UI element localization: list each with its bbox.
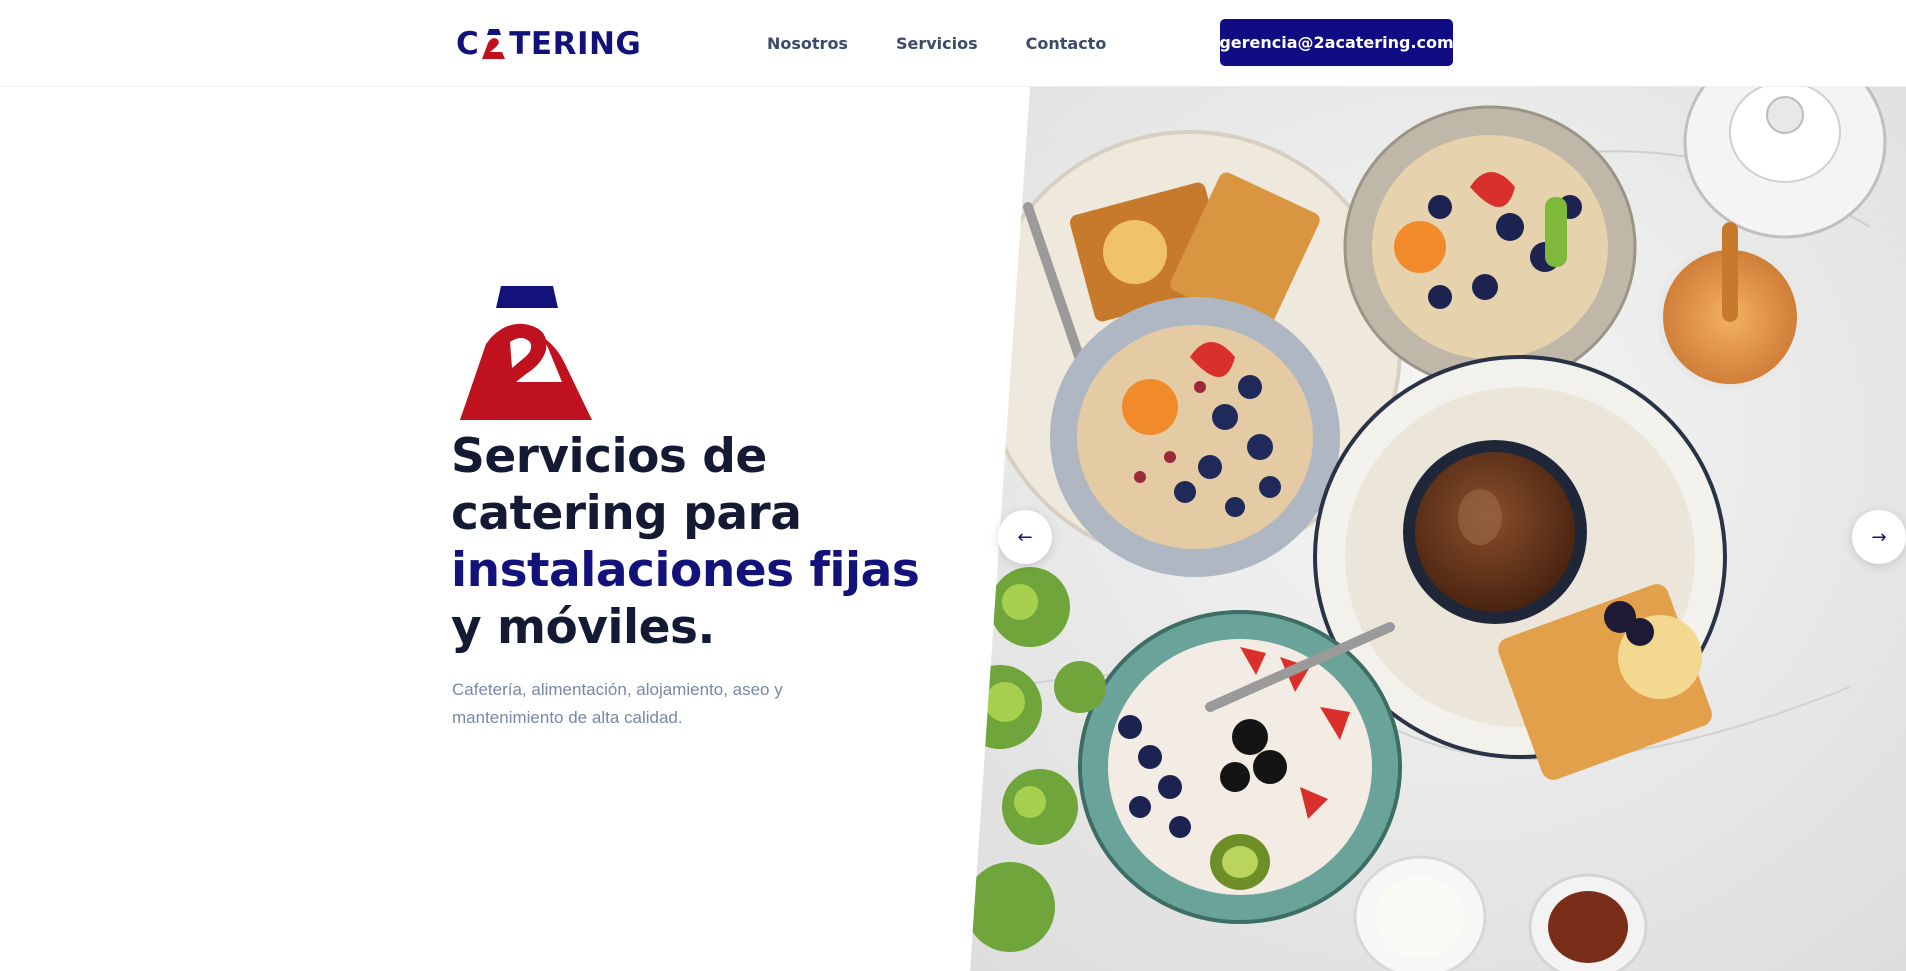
hero-food-photo	[970, 87, 1906, 971]
carousel-prev-button[interactable]: ←	[998, 510, 1052, 564]
arrow-right-icon: →	[1871, 526, 1887, 548]
hero-title: Servicios de catering para instalaciones…	[451, 428, 1011, 656]
nav-link-nosotros[interactable]: Nosotros	[767, 34, 848, 53]
arrow-left-icon: ←	[1017, 526, 1033, 548]
email-contact-button[interactable]: gerencia@2acatering.com	[1219, 19, 1454, 66]
hero-subtitle: Cafetería, alimentación, alojamiento, as…	[452, 676, 792, 732]
hero-subtitle-line-2: mantenimiento de alta calidad.	[452, 708, 683, 727]
carousel-next-button[interactable]: →	[1852, 510, 1906, 564]
nav-link-contacto[interactable]: Contacto	[1026, 34, 1107, 53]
main-menu: Nosotros Servicios Contacto	[767, 0, 1106, 87]
hero-title-line-1: Servicios de	[451, 429, 767, 484]
hero-subtitle-line-1: Cafetería, alimentación, alojamiento, as…	[452, 680, 783, 699]
hero-title-line-3-highlight: instalaciones fijas	[451, 543, 920, 598]
logo-text-end: TERING	[509, 26, 642, 62]
hero-2a-logo-icon	[458, 286, 598, 422]
nav-link-servicios[interactable]: Servicios	[896, 34, 978, 53]
top-navbar: C TERING Nosotros Servicios Contacto ger…	[0, 0, 1906, 87]
catering-logo[interactable]: C TERING	[456, 26, 642, 62]
logo-text-start: C	[456, 26, 480, 62]
hero-title-line-2: catering para	[451, 486, 802, 541]
logo-2a-mark-icon	[480, 29, 508, 59]
hero-title-line-4: y móviles.	[451, 600, 715, 655]
